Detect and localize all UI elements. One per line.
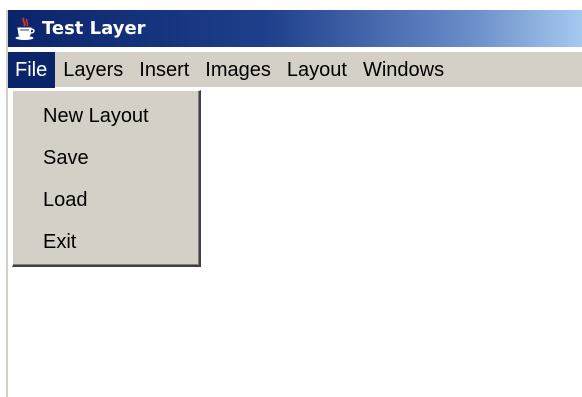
menu-item-exit[interactable]: Exit <box>13 221 199 263</box>
java-coffee-cup-icon <box>15 16 35 40</box>
title-bar[interactable]: Test Layer <box>8 10 582 47</box>
menu-item-new-layout[interactable]: New Layout <box>13 95 199 137</box>
window-title: Test Layer <box>42 18 146 39</box>
menu-insert[interactable]: Insert <box>131 52 197 88</box>
menu-layout[interactable]: Layout <box>279 52 355 88</box>
menu-item-load[interactable]: Load <box>13 179 199 221</box>
menu-images[interactable]: Images <box>197 52 279 88</box>
menu-file[interactable]: File <box>8 52 56 88</box>
menu-bar: File Layers Insert Images Layout Windows <box>8 52 582 88</box>
menu-item-save[interactable]: Save <box>13 137 199 179</box>
menu-windows[interactable]: Windows <box>355 52 452 88</box>
menu-layers[interactable]: Layers <box>55 52 131 88</box>
file-menu-dropdown: New Layout Save Load Exit <box>12 90 201 267</box>
